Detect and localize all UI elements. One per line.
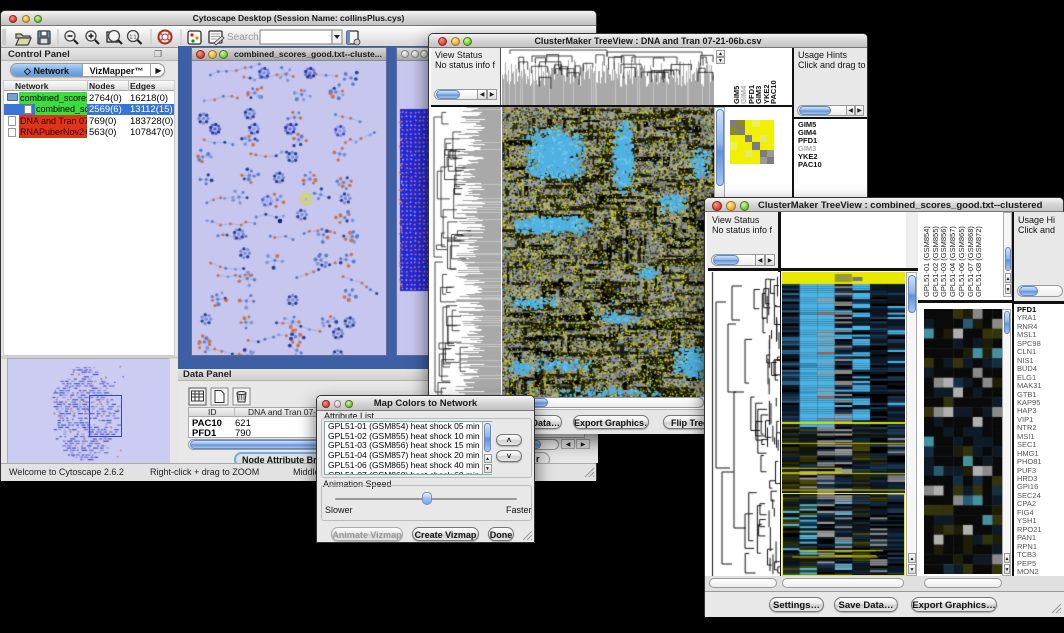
svg-text:Search:: Search: — [227, 32, 261, 43]
svg-text:1:1: 1:1 — [130, 35, 137, 41]
